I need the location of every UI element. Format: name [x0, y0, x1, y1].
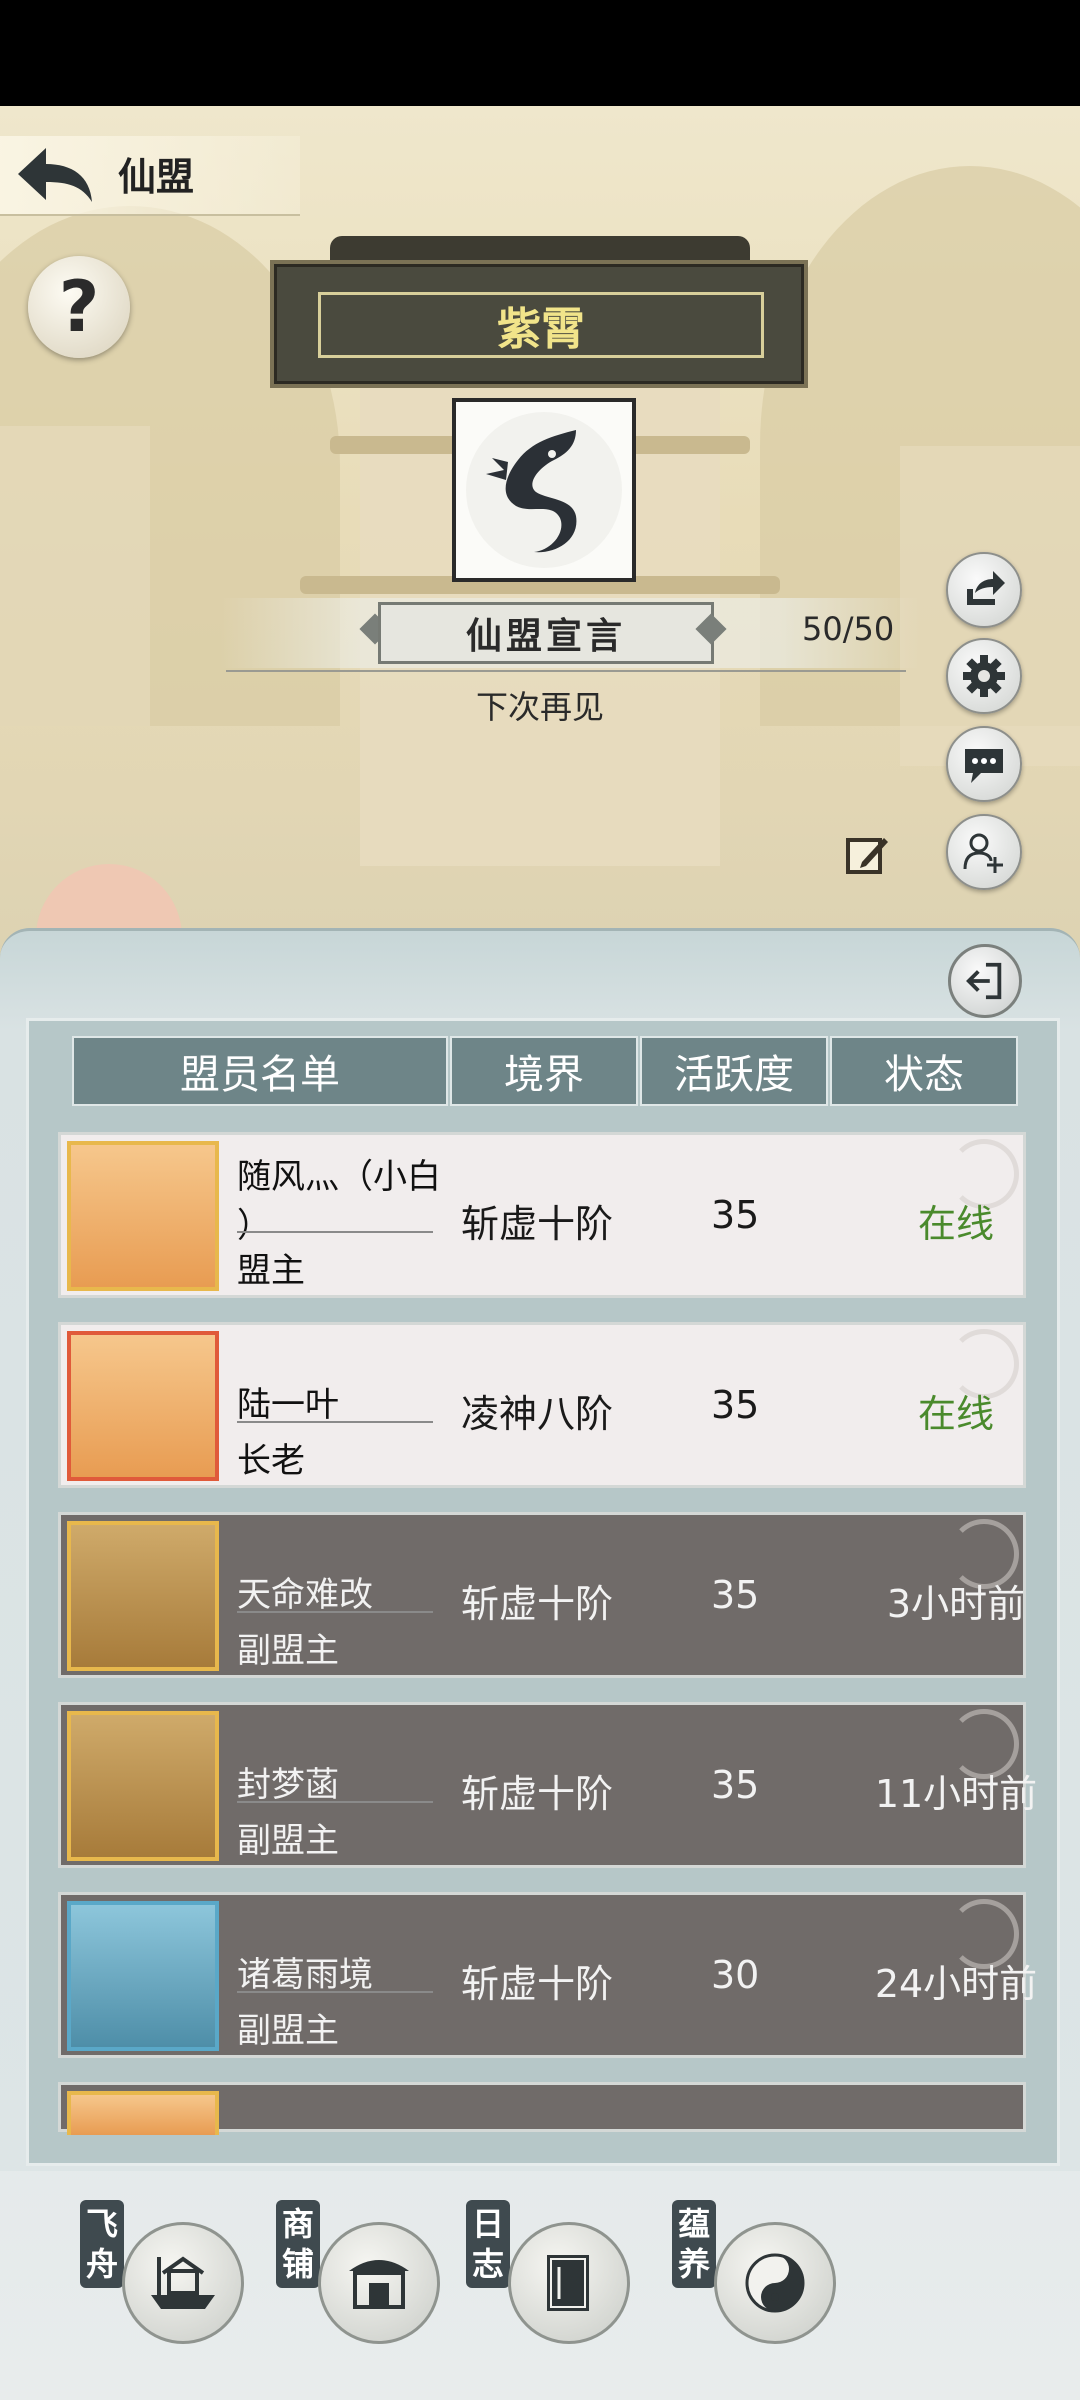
- member-name: 天命难改: [237, 1575, 373, 1615]
- chat-icon: [965, 749, 1003, 783]
- shop-icon: [349, 2260, 409, 2309]
- member-row-partial[interactable]: [58, 2082, 1026, 2135]
- member-activity: 35: [711, 1573, 760, 1617]
- member-status: 11小时前: [874, 1772, 1038, 1816]
- member-realm: 斩虚十阶: [461, 1202, 614, 1246]
- help-button[interactable]: ?: [28, 256, 130, 358]
- member-status: 24小时前: [874, 1962, 1038, 2006]
- member-role: 盟主: [237, 1251, 305, 1291]
- column-header-activity[interactable]: 活跃度: [640, 1036, 828, 1106]
- member-name: 陆一叶: [237, 1385, 339, 1425]
- member-row[interactable]: 天命难改 副盟主 斩虚十阶 35 3小时前: [58, 1512, 1026, 1678]
- member-role: 副盟主: [237, 1631, 339, 1671]
- avatar[interactable]: [67, 1901, 219, 2051]
- declaration-char-count: 50/50: [802, 610, 895, 648]
- member-role: 副盟主: [237, 1821, 339, 1861]
- member-activity: 30: [711, 1953, 760, 1997]
- declaration-text: 下次再见: [475, 688, 604, 726]
- gear-icon: [963, 655, 1005, 697]
- member-name: 诸葛雨境: [237, 1955, 373, 1995]
- book-icon: [547, 2255, 589, 2311]
- column-header-status[interactable]: 状态: [830, 1036, 1018, 1106]
- member-role: 副盟主: [237, 2011, 339, 2051]
- nav-tag-nurture: 蕴养: [672, 2200, 716, 2288]
- avatar[interactable]: [67, 2091, 219, 2135]
- declaration-divider: [226, 670, 906, 672]
- nav-tag-airship: 飞舟: [80, 2200, 124, 2288]
- member-role: 长老: [237, 1441, 305, 1481]
- nav-tag-shop: 商铺: [276, 2200, 320, 2288]
- exit-icon: [966, 962, 1002, 1000]
- avatar[interactable]: [67, 1711, 219, 1861]
- settings-button[interactable]: [946, 638, 1022, 714]
- member-status: 3小时前: [886, 1582, 1026, 1626]
- member-realm: 斩虚十阶: [461, 1772, 614, 1816]
- dragon-emblem-icon: [466, 412, 622, 568]
- member-activity: 35: [711, 1383, 760, 1427]
- nav-log-button[interactable]: [508, 2222, 630, 2344]
- member-status: 在线: [917, 1202, 994, 1246]
- member-realm: 斩虚十阶: [461, 1582, 614, 1626]
- back-arrow-icon[interactable]: [10, 140, 100, 210]
- member-status: 在线: [917, 1392, 994, 1436]
- nav-airship-button[interactable]: [122, 2222, 244, 2344]
- name-divider: [237, 1231, 433, 1233]
- member-row[interactable]: 陆一叶 长老 凌神八阶 35 在线: [58, 1322, 1026, 1488]
- name-divider: [237, 1991, 433, 1993]
- member-realm: 凌神八阶: [461, 1392, 614, 1436]
- page-title: 仙盟: [118, 155, 195, 199]
- nav-shop-button[interactable]: [318, 2222, 440, 2344]
- member-activity: 35: [711, 1763, 760, 1807]
- name-divider: [237, 1611, 433, 1613]
- yin-yang-icon: [745, 2253, 805, 2313]
- member-name: 封梦菡: [237, 1765, 339, 1805]
- leave-alliance-button[interactable]: [948, 944, 1022, 1018]
- avatar[interactable]: [67, 1331, 219, 1481]
- add-member-button[interactable]: [946, 814, 1022, 890]
- avatar[interactable]: [67, 1141, 219, 1291]
- alliance-emblem[interactable]: [452, 398, 636, 582]
- chat-button[interactable]: [946, 726, 1022, 802]
- member-activity: 35: [711, 1193, 760, 1237]
- nav-tag-log: 日志: [466, 2200, 510, 2288]
- member-row[interactable]: 随风灬（小白） 盟主 斩虚十阶 35 在线: [58, 1132, 1026, 1298]
- declaration-title: 仙盟宣言: [378, 602, 714, 664]
- column-header-realm[interactable]: 境界: [450, 1036, 638, 1106]
- alliance-name: 紫霄: [318, 292, 764, 358]
- name-divider: [237, 1801, 433, 1803]
- member-realm: 斩虚十阶: [461, 1962, 614, 2006]
- column-header-name[interactable]: 盟员名单: [72, 1036, 448, 1106]
- avatar[interactable]: [67, 1521, 219, 1671]
- share-button[interactable]: [946, 552, 1022, 628]
- add-user-icon: [963, 833, 1003, 873]
- name-divider: [237, 1421, 433, 1423]
- status-bar-area: [0, 0, 1080, 106]
- member-row[interactable]: 诸葛雨境 副盟主 斩虚十阶 30 24小时前: [58, 1892, 1037, 2058]
- nav-nurture-button[interactable]: [714, 2222, 836, 2344]
- member-row[interactable]: 封梦菡 副盟主 斩虚十阶 35 11小时前: [58, 1702, 1037, 1868]
- share-icon: [967, 571, 1005, 605]
- edit-declaration-icon[interactable]: [844, 832, 890, 878]
- boat-icon: [151, 2256, 215, 2309]
